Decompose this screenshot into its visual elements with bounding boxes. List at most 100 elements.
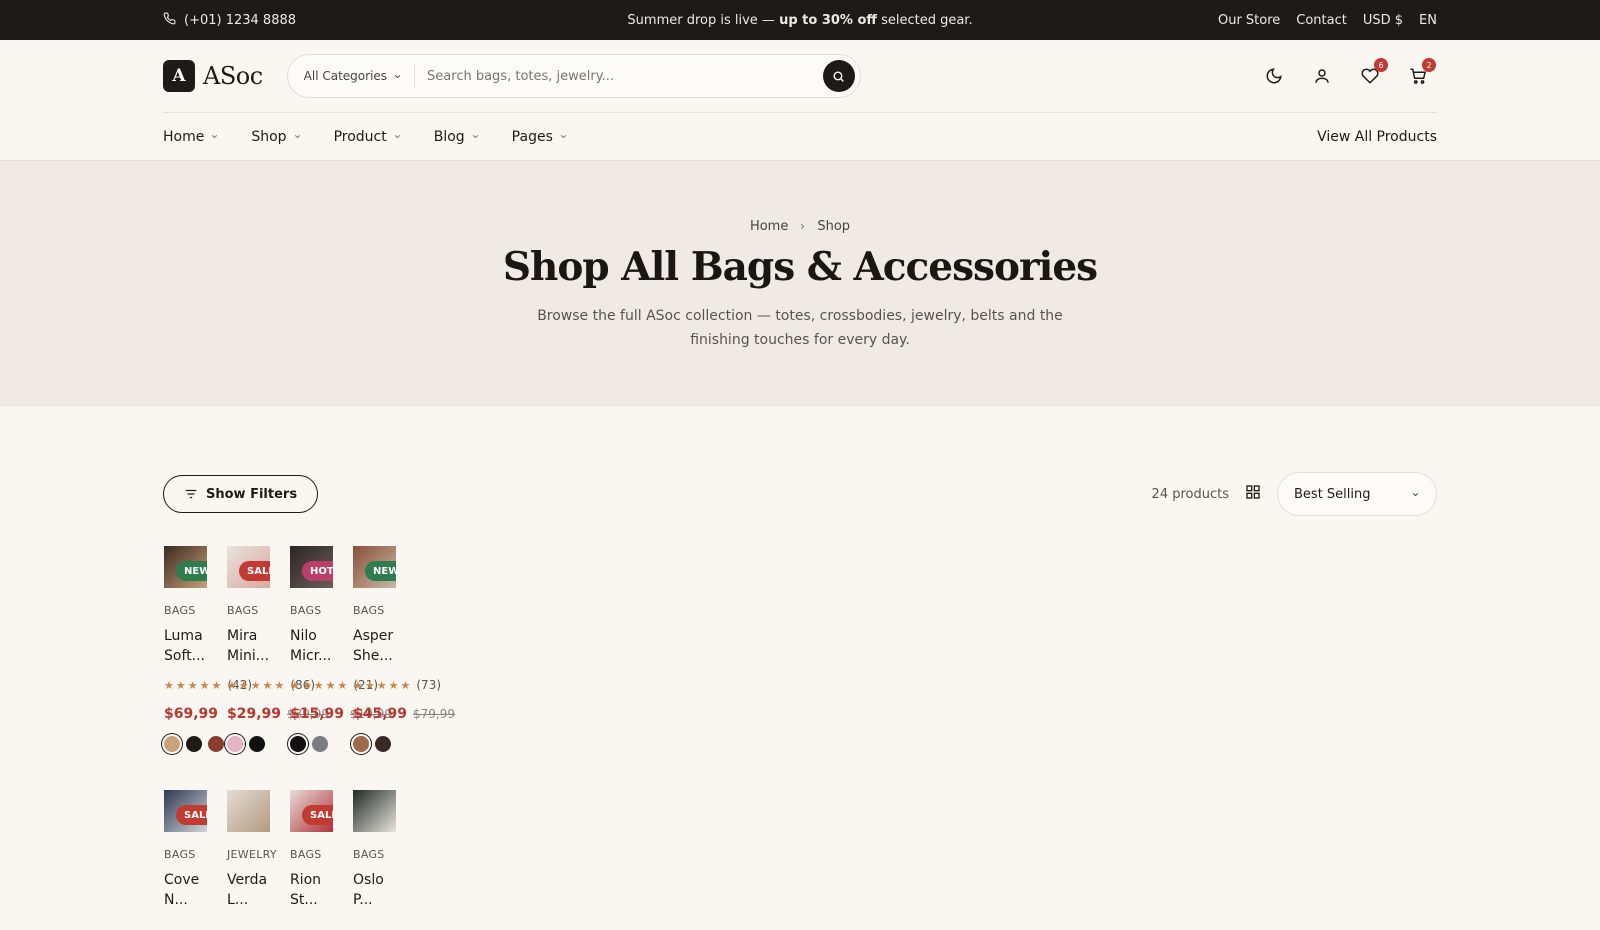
star-icon: ★ <box>337 678 348 692</box>
product-card[interactable]: JEWELRY Verda L... <box>227 790 277 910</box>
product-image[interactable]: HOT <box>290 546 333 588</box>
product-image[interactable] <box>227 790 270 832</box>
dark-mode-toggle[interactable] <box>1264 66 1284 86</box>
product-card[interactable]: NEW BAGS Asper She... ★ ★ ★ ★ ★ (73) $45,99 $79,99 <box>353 546 455 770</box>
color-swatch[interactable] <box>249 736 265 752</box>
nav-item-label: Blog <box>433 128 465 145</box>
product-name[interactable]: Mira Mini... <box>227 626 275 666</box>
star-icon: ★ <box>301 678 312 692</box>
review-count: (73) <box>416 678 442 692</box>
product-name[interactable]: Cove N... <box>164 870 212 910</box>
product-category: JEWELRY <box>227 848 277 861</box>
product-card[interactable]: SALEBAGSCove N... <box>164 790 207 910</box>
star-icon: ★ <box>164 678 174 692</box>
site-header: A ASoc All Categories 6 2 <box>0 40 1600 112</box>
page-title: Shop All Bags & Accessories <box>502 244 1098 290</box>
main-nav-wrapper: Home Shop Product Blog Pages View All Pr… <box>0 112 1600 160</box>
color-swatch[interactable] <box>312 736 328 752</box>
star-icon: ★ <box>262 678 273 692</box>
search-button[interactable] <box>822 60 855 92</box>
promo-post: selected gear. <box>876 12 973 28</box>
color-swatch[interactable] <box>164 736 180 752</box>
sort-select[interactable]: Best Selling <box>1277 472 1437 516</box>
phone-contact[interactable]: (+01) 1234 8888 <box>163 12 296 29</box>
product-name[interactable]: Nilo Micr... <box>290 626 338 666</box>
product-card[interactable]: SALEBAGSRion St... <box>290 790 333 910</box>
product-card[interactable]: SALEBAGSMira Mini...★★★★★(86)$29,99$39,9… <box>227 546 329 770</box>
product-category: BAGS <box>164 604 196 617</box>
star-icon: ★ <box>238 678 249 692</box>
wishlist-button[interactable]: 6 <box>1360 58 1388 86</box>
product-badge: SALE <box>176 805 207 825</box>
product-card[interactable]: BAGS Oslo P... <box>353 790 396 910</box>
star-icon: ★ <box>364 678 375 692</box>
product-row: NEWBAGSLuma Soft...★★★★★(42)$69,99SALEBA… <box>164 546 455 770</box>
category-dropdown[interactable]: All Categories <box>288 64 416 88</box>
product-name[interactable]: Oslo P... <box>353 870 401 910</box>
search-input[interactable] <box>415 68 823 84</box>
grid-icon <box>1246 485 1260 499</box>
product-name[interactable]: Rion St... <box>290 870 338 910</box>
color-swatch[interactable] <box>186 736 202 752</box>
main-nav: Home Shop Product Blog Pages View All Pr… <box>163 112 1437 160</box>
product-price: $45,99 $79,99 <box>353 706 455 722</box>
show-filters-button[interactable]: Show Filters <box>163 475 319 513</box>
grid-view-toggle[interactable] <box>1245 484 1261 504</box>
top-links: Our Store Contact USD $ EN <box>1218 13 1437 28</box>
product-name[interactable]: Luma Soft... <box>164 626 212 666</box>
breadcrumb: Home Shop <box>0 219 1600 234</box>
star-icon: ★ <box>187 678 198 692</box>
star-icon: ★ <box>290 678 300 692</box>
product-name[interactable]: Verda L... <box>227 870 275 910</box>
phone-icon <box>163 12 176 29</box>
language-selector[interactable]: EN <box>1419 13 1437 28</box>
logo[interactable]: A ASoc <box>163 60 263 92</box>
link-our-store[interactable]: Our Store <box>1218 13 1280 28</box>
breadcrumb-home[interactable]: Home <box>750 219 788 234</box>
breadcrumb-current: Shop <box>817 219 851 234</box>
nav-item-label: Product <box>333 128 387 145</box>
account-button[interactable] <box>1312 66 1332 86</box>
page-subtitle: Browse the full ASoc collection — totes,… <box>537 308 1063 348</box>
product-image[interactable] <box>353 790 396 832</box>
star-icon: ★ <box>274 678 285 692</box>
product-image[interactable]: SALE <box>227 546 270 588</box>
color-swatch[interactable] <box>353 736 369 752</box>
star-icon: ★ <box>227 678 237 692</box>
link-contact[interactable]: Contact <box>1296 13 1347 28</box>
star-icon: ★ <box>250 678 261 692</box>
user-icon <box>1315 69 1329 83</box>
nav-item-home[interactable]: Home <box>163 129 219 145</box>
star-icon: ★ <box>400 678 411 692</box>
filter-icon <box>185 489 197 499</box>
color-swatch[interactable] <box>208 736 224 752</box>
current-price: $69,99 <box>164 706 219 722</box>
product-card[interactable]: NEW BAGS Luma Soft... ★ ★ ★ ★ ★ (42) $69,99 <box>164 546 252 770</box>
nav-item-blog[interactable]: Blog <box>434 129 480 145</box>
product-name[interactable]: Asper She... <box>353 626 401 666</box>
cart-button[interactable]: 2 <box>1408 58 1436 86</box>
color-swatch[interactable] <box>375 736 391 752</box>
wishlist-count-badge: 6 <box>1374 58 1388 72</box>
nav-item-pages[interactable]: Pages <box>512 129 568 145</box>
nav-item-label: Home <box>163 128 205 145</box>
view-all-products-link[interactable]: View All Products <box>1317 129 1437 145</box>
nav-item-product[interactable]: Product <box>334 129 402 145</box>
nav-item-shop[interactable]: Shop <box>251 129 301 145</box>
color-swatch[interactable] <box>227 736 243 752</box>
search-bar: All Categories <box>286 54 861 98</box>
product-rating: ★ ★ ★ ★ ★ (73) <box>353 678 441 692</box>
color-swatches <box>227 736 265 752</box>
product-image[interactable]: SALE <box>164 790 207 832</box>
product-image[interactable]: NEW <box>164 546 207 588</box>
color-swatch[interactable] <box>290 736 306 752</box>
product-card[interactable]: HOT BAGS Nilo Micr... ★ ★ ★ ★ ★ (21) $15,99 $19,99 <box>290 546 392 770</box>
chevron-down-icon <box>394 135 400 139</box>
product-badge: NEW <box>365 561 396 581</box>
product-image[interactable]: SALE <box>290 790 333 832</box>
color-swatches <box>164 736 224 752</box>
product-image[interactable]: NEW <box>353 546 396 588</box>
currency-selector[interactable]: USD $ <box>1363 13 1403 28</box>
current-price: $29,99 <box>227 706 282 722</box>
nav-item-label: Pages <box>511 128 553 145</box>
